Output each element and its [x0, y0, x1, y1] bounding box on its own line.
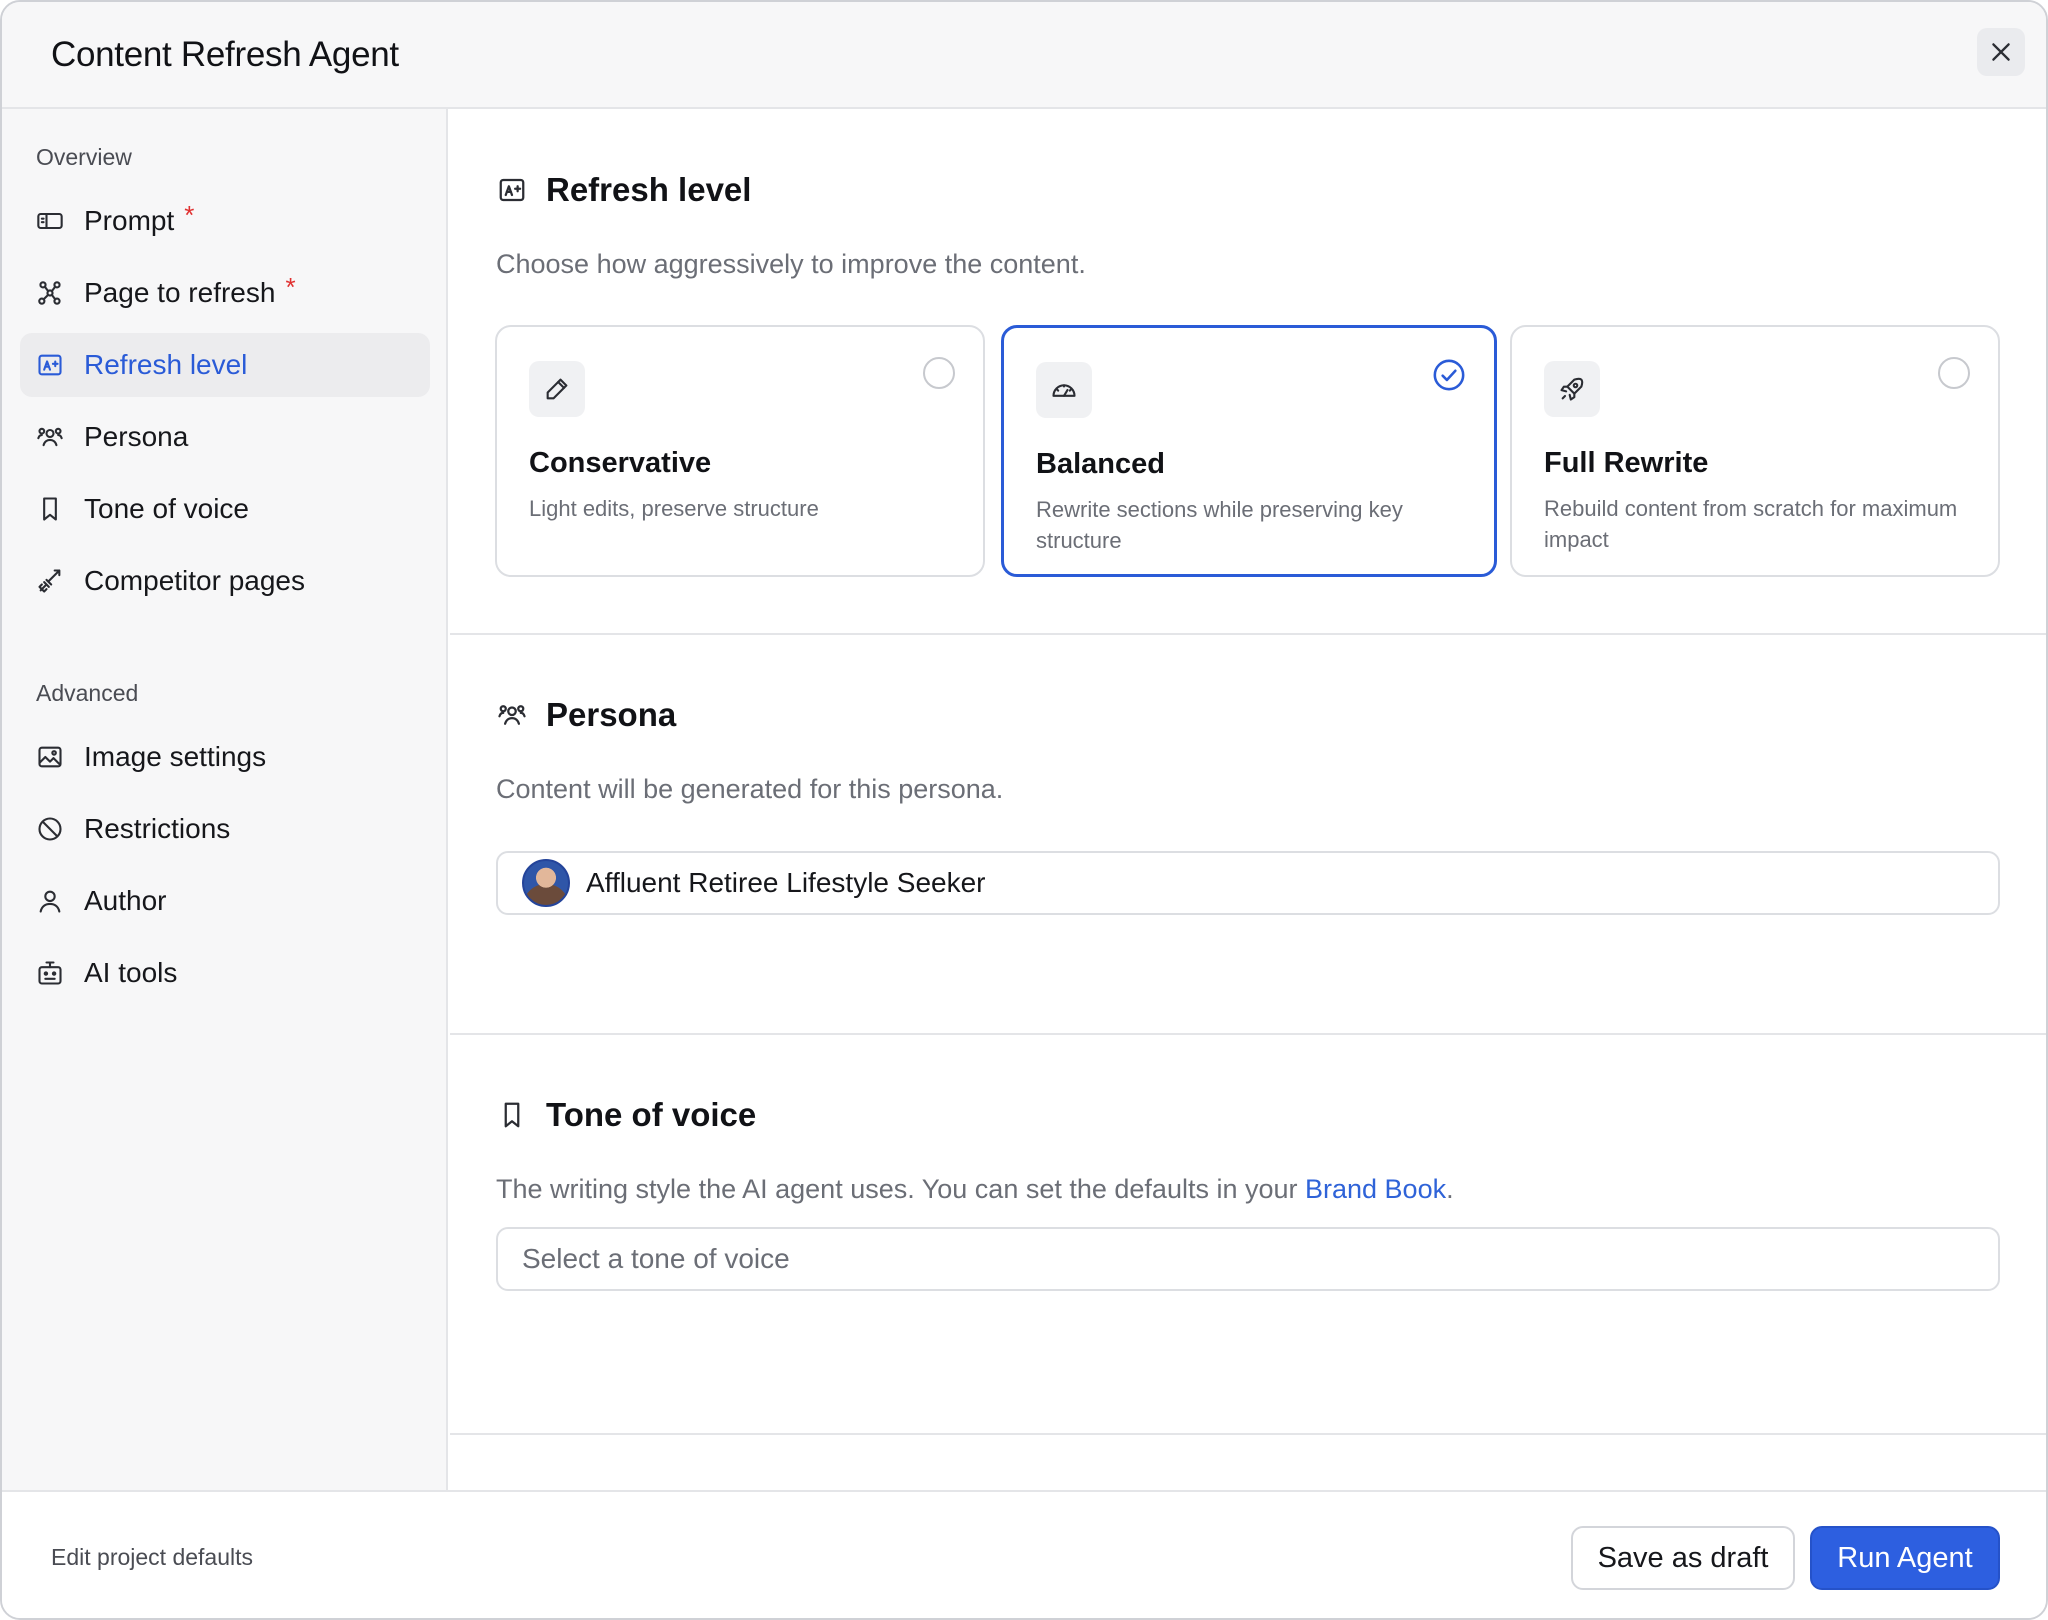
image-icon — [36, 743, 64, 771]
section-title: Tone of voice — [546, 1096, 757, 1133]
section-title: Refresh level — [546, 171, 752, 208]
sidebar-item-label: Refresh level — [84, 349, 248, 380]
persona-value: Affluent Retiree Lifestyle Seeker — [586, 867, 986, 898]
user-icon — [36, 887, 64, 915]
section-description: Choose how aggressively to improve the c… — [496, 249, 1086, 279]
sidebar-item-label: Competitor pages — [84, 565, 306, 596]
content-refresh-agent-dialog: Content Refresh Agent Overview Prompt * P… — [0, 0, 2048, 1620]
required-marker: * — [285, 272, 296, 302]
option-description: Rebuild content from scratch for maximum… — [1544, 496, 1958, 552]
swords-icon — [36, 567, 64, 595]
brand-book-link[interactable]: Brand Book — [1305, 1174, 1446, 1204]
section-title: Persona — [546, 696, 677, 733]
sidebar-item-label: Image settings — [84, 741, 267, 772]
gauge-icon — [1036, 362, 1092, 418]
bookmark-icon — [36, 495, 64, 523]
section-description: The writing style the AI agent uses. You… — [496, 1174, 1454, 1205]
persona-select[interactable]: Affluent Retiree Lifestyle Seeker — [496, 851, 2000, 915]
bookmark-icon — [496, 1099, 528, 1131]
sidebar-item-label: Prompt — [84, 205, 175, 236]
sitemap-icon — [36, 279, 64, 307]
sidebar-item-prompt[interactable]: Prompt * — [20, 189, 430, 253]
section-divider — [450, 633, 2046, 635]
refresh-level-icon — [36, 351, 64, 379]
tone-of-voice-heading: Tone of voice — [496, 1096, 756, 1134]
radio-unchecked[interactable] — [923, 357, 955, 389]
run-agent-button[interactable]: Run Agent — [1810, 1526, 2000, 1590]
sidebar-item-image-settings[interactable]: Image settings — [20, 725, 430, 789]
section-divider — [450, 1033, 2046, 1035]
description-text: The writing style the AI agent uses. You… — [496, 1174, 1305, 1204]
ban-icon — [36, 815, 64, 843]
close-icon — [1988, 39, 2014, 65]
dialog-footer: Edit project defaults Save as draft Run … — [2, 1490, 2046, 1618]
sidebar-item-author[interactable]: Author — [20, 869, 430, 933]
section-description: Content will be generated for this perso… — [496, 774, 1004, 804]
dialog-title: Content Refresh Agent — [51, 35, 399, 74]
sidebar-item-ai-tools[interactable]: AI tools — [20, 941, 430, 1005]
users-icon — [36, 423, 64, 451]
sidebar-item-label: Persona — [84, 421, 189, 452]
sidebar-nav: Overview Prompt * Page to refresh * Refres… — [2, 109, 448, 1490]
dialog-header: Content Refresh Agent — [2, 2, 2046, 109]
option-title: Full Rewrite — [1544, 447, 1709, 479]
main-panel: Refresh level Choose how aggressively to… — [450, 109, 2046, 1490]
sidebar-item-label: Restrictions — [84, 813, 231, 844]
required-marker: * — [184, 200, 195, 230]
robot-icon — [36, 959, 64, 987]
option-card-balanced[interactable]: Balanced Rewrite sections while preservi… — [1001, 325, 1497, 577]
tone-of-voice-select[interactable]: Select a tone of voice — [496, 1227, 2000, 1291]
sidebar-item-label: AI tools — [84, 957, 178, 988]
sidebar-item-page-to-refresh[interactable]: Page to refresh * — [20, 261, 430, 325]
prompt-icon — [36, 207, 64, 235]
section-divider — [450, 1433, 2046, 1435]
description-end: . — [1446, 1174, 1454, 1204]
sidebar-item-refresh-level[interactable]: Refresh level — [20, 333, 430, 397]
sidebar-section-overview: Overview — [36, 144, 132, 170]
option-card-conservative[interactable]: Conservative Light edits, preserve struc… — [495, 325, 985, 577]
sidebar-item-label: Author — [84, 885, 167, 916]
option-description: Light edits, preserve structure — [529, 496, 819, 521]
option-card-full-rewrite[interactable]: Full Rewrite Rebuild content from scratc… — [1510, 325, 2000, 577]
option-title: Conservative — [529, 447, 712, 479]
users-icon — [496, 699, 528, 731]
pencil-icon — [529, 361, 585, 417]
tone-placeholder: Select a tone of voice — [522, 1243, 790, 1274]
edit-project-defaults-link[interactable]: Edit project defaults — [51, 1544, 253, 1571]
sidebar-item-competitor-pages[interactable]: Competitor pages — [20, 549, 430, 613]
option-description: Rewrite sections while preserving key st… — [1036, 497, 1403, 553]
option-title: Balanced — [1036, 448, 1165, 480]
sidebar-item-restrictions[interactable]: Restrictions — [20, 797, 430, 861]
refresh-level-icon — [496, 174, 528, 206]
sidebar-section-advanced: Advanced — [36, 680, 139, 706]
save-as-draft-button[interactable]: Save as draft — [1571, 1526, 1795, 1590]
sidebar-item-tone-of-voice[interactable]: Tone of voice — [20, 477, 430, 541]
sidebar-item-persona[interactable]: Persona — [20, 405, 430, 469]
persona-heading: Persona — [496, 696, 676, 734]
radio-unchecked[interactable] — [1938, 357, 1970, 389]
sidebar-item-label: Tone of voice — [84, 493, 249, 524]
avatar — [522, 859, 570, 907]
close-button[interactable] — [1977, 28, 2025, 76]
rocket-icon — [1544, 361, 1600, 417]
check-circle-icon[interactable] — [1432, 358, 1466, 392]
sidebar-item-label: Page to refresh — [84, 277, 276, 308]
refresh-level-heading: Refresh level — [496, 171, 751, 209]
